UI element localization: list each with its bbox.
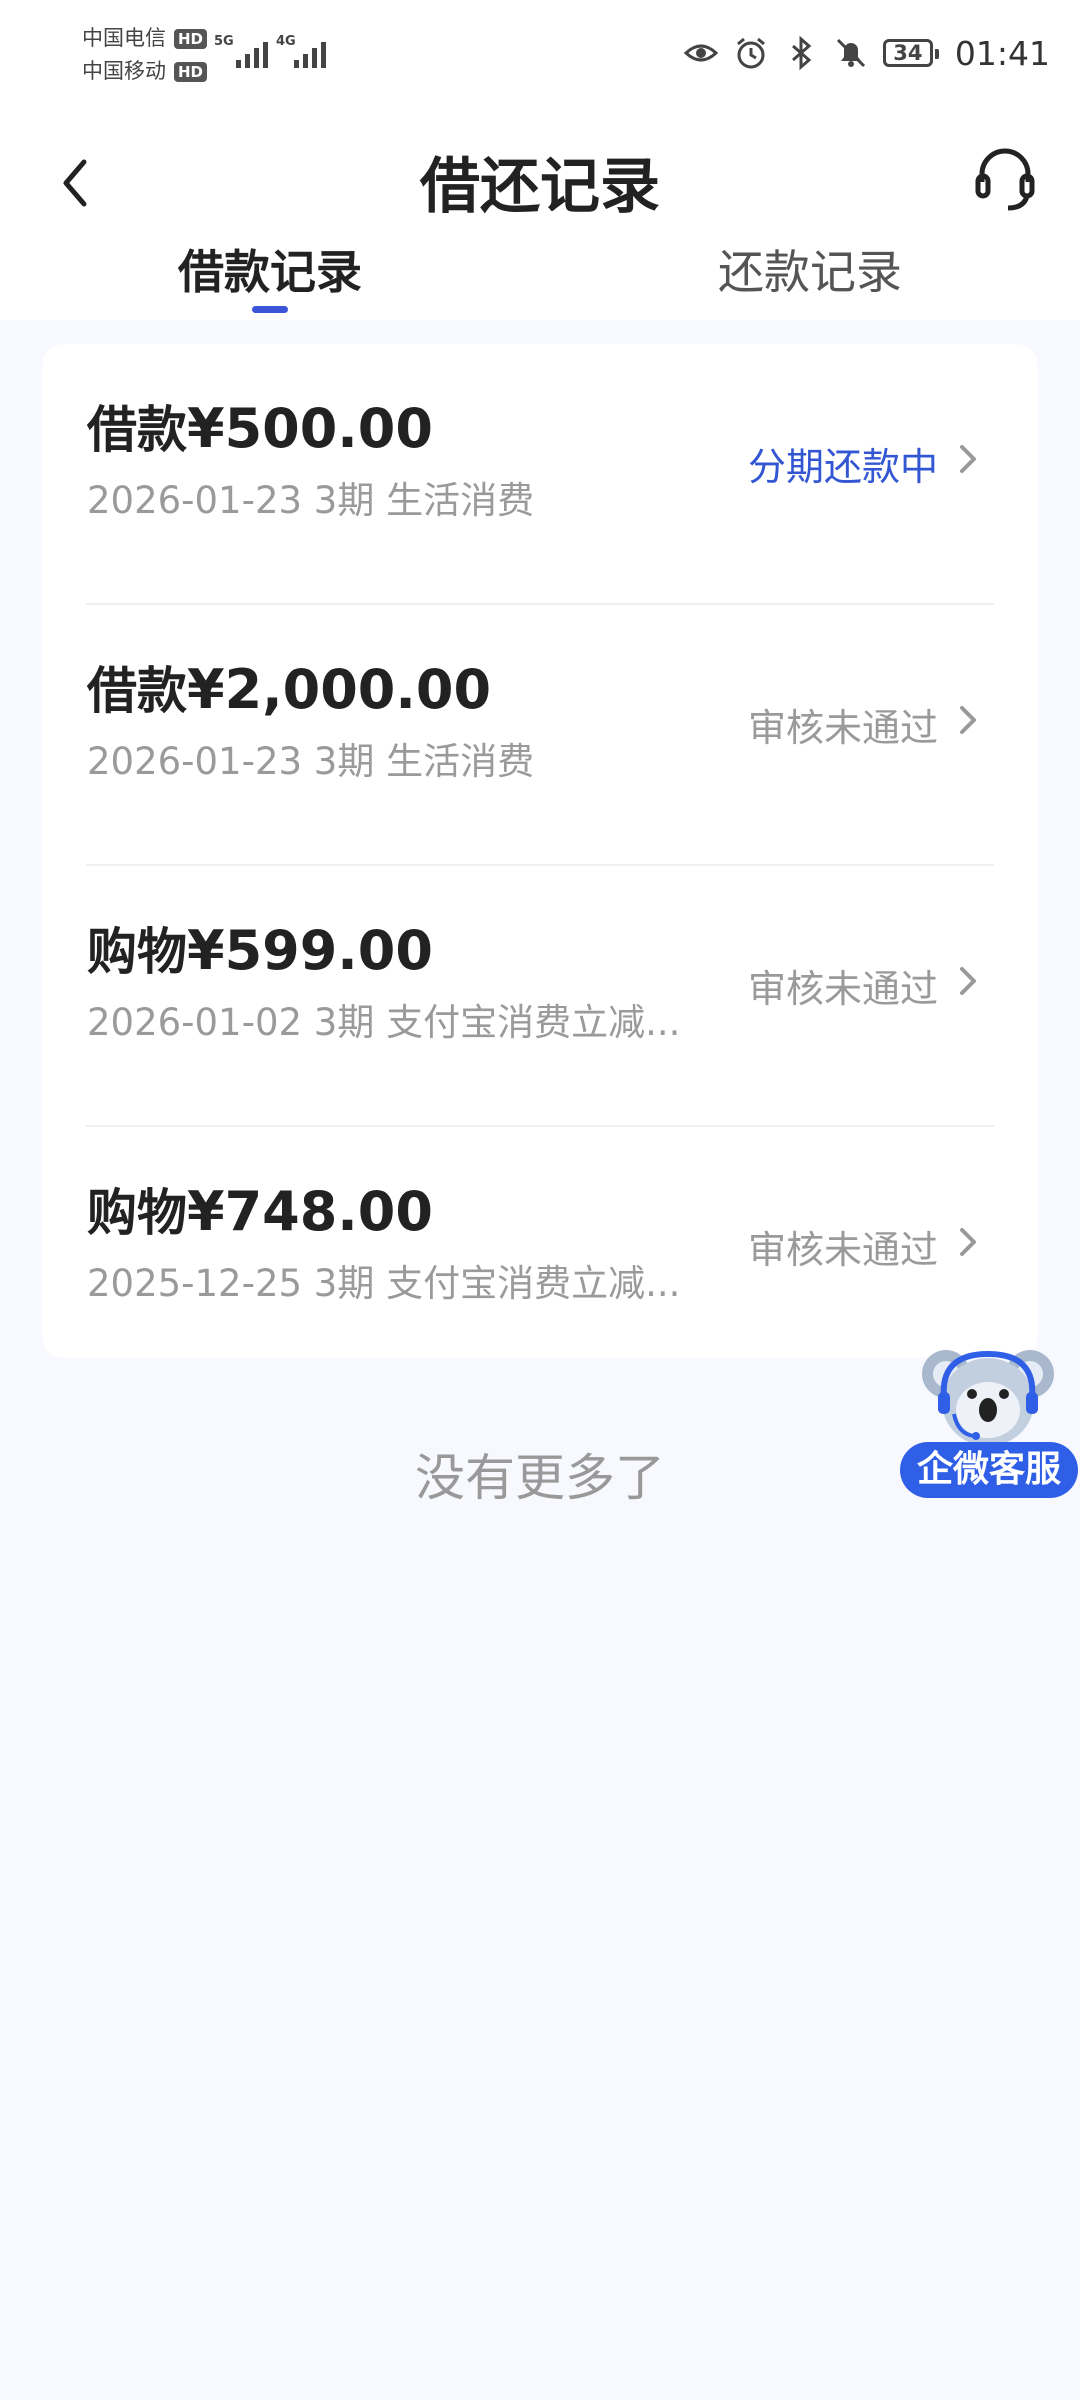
signal-bars-1-icon (236, 36, 268, 68)
network-type-2: 4G (276, 34, 296, 49)
record-meta: 2026-01-23 3期 生活消费 (87, 740, 535, 783)
record-status: 审核未通过 (747, 706, 938, 750)
koala-mascot-icon (922, 1350, 1054, 1446)
chevron-right-icon (960, 445, 976, 473)
alarm-icon (736, 37, 765, 69)
headset-icon[interactable] (970, 144, 1040, 214)
record-type: 购物 (87, 1184, 187, 1242)
record-title: 购物¥748.00 (87, 1173, 433, 1245)
record-type: 借款 (87, 662, 187, 720)
record-amount: ¥2,000.00 (187, 658, 492, 721)
carrier-1: 中国电信 (82, 26, 166, 50)
record-list: 借款¥500.00 2026-01-23 3期 生活消费 分期还款中 借款¥2,… (42, 344, 1038, 1358)
status-icons: 34 01:41 (683, 30, 1050, 76)
floating-service-label: 企微客服 (900, 1442, 1078, 1498)
bluetooth-icon (791, 35, 812, 71)
hd-badge: HD (174, 61, 208, 82)
record-amount: ¥500.00 (187, 397, 433, 460)
tab-repay-records[interactable]: 还款记录 (660, 240, 960, 304)
record-amount: ¥599.00 (187, 919, 433, 982)
eye-icon (683, 44, 719, 62)
record-title: 借款¥500.00 (87, 390, 433, 462)
list-item[interactable]: 借款¥500.00 2026-01-23 3期 生活消费 分期还款中 (42, 344, 1038, 605)
carrier-info: 中国电信 HD 中国移动 HD (82, 22, 208, 88)
network-type-1: 5G (214, 34, 234, 49)
list-item[interactable]: 购物¥748.00 2025-12-25 3期 支付宝消费立减... 审核未通过 (42, 1127, 1038, 1388)
carrier-2: 中国移动 (82, 59, 166, 83)
chevron-right-icon (960, 967, 976, 995)
mute-bell-icon (836, 38, 865, 68)
record-amount: ¥748.00 (187, 1180, 433, 1243)
chevron-right-icon (960, 1228, 976, 1256)
chevron-right-icon (960, 706, 976, 734)
record-tabs: 借款记录 还款记录 (0, 240, 1080, 320)
floating-service-button[interactable]: 企微客服 (898, 1344, 1080, 1504)
record-meta: 2025-12-25 3期 支付宝消费立减... (87, 1262, 681, 1305)
clock: 01:41 (954, 33, 1050, 73)
hd-badge: HD (174, 28, 208, 49)
list-item[interactable]: 购物¥599.00 2026-01-02 3期 支付宝消费立减... 审核未通过 (42, 866, 1038, 1127)
list-item[interactable]: 借款¥2,000.00 2026-01-23 3期 生活消费 审核未通过 (42, 605, 1038, 866)
header: 借还记录 借款记录 还款记录 (0, 110, 1080, 320)
record-status: 分期还款中 (747, 445, 938, 489)
record-meta: 2026-01-23 3期 生活消费 (87, 479, 535, 522)
battery-icon: 34 (882, 39, 939, 67)
status-bar: 中国电信 HD 中国移动 HD 5G 4G 34 01:41 (0, 0, 1080, 110)
active-tab-indicator (252, 306, 288, 313)
signal-bars-2-icon (294, 36, 326, 68)
record-title: 借款¥2,000.00 (87, 651, 491, 723)
page-title: 借还记录 (420, 152, 660, 222)
record-status: 审核未通过 (747, 1228, 938, 1272)
tab-borrow-records[interactable]: 借款记录 (120, 240, 420, 304)
record-meta: 2026-01-02 3期 支付宝消费立减... (87, 1001, 681, 1044)
record-type: 借款 (87, 401, 187, 459)
record-type: 购物 (87, 923, 187, 981)
record-status: 审核未通过 (747, 967, 938, 1011)
record-title: 购物¥599.00 (87, 912, 433, 984)
